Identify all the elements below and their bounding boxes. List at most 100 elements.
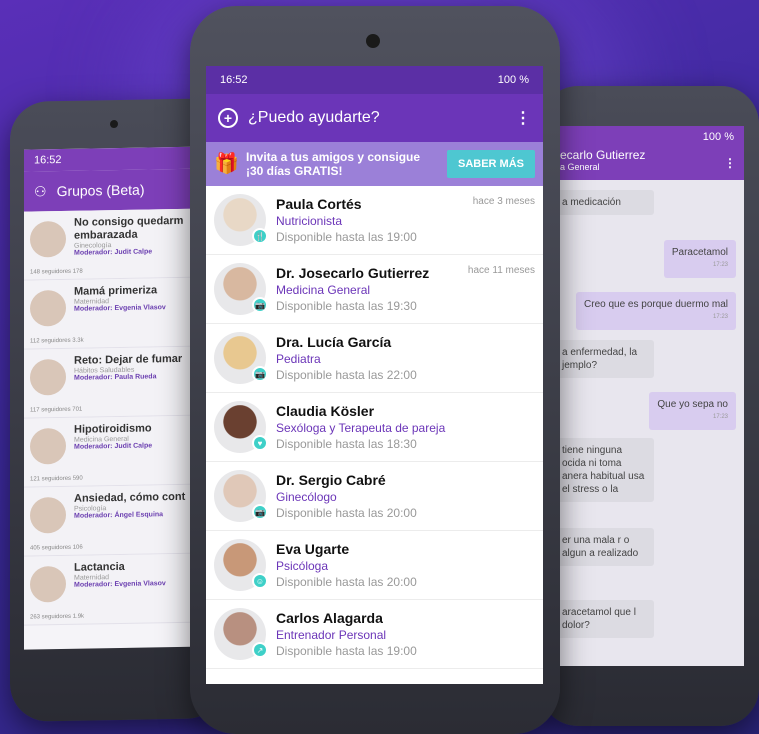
message-time: 17:23: [712, 414, 728, 420]
doctor-name: Dr. Sergio Cabré: [276, 472, 386, 488]
message-text: a enfermedad, la jemplo?: [562, 347, 638, 371]
group-item[interactable]: Reto: Dejar de fumar Hábitos Saludables …: [24, 346, 206, 419]
doctor-name: Eva Ugarte: [276, 541, 350, 557]
group-title: Ansiedad, cómo cont: [74, 490, 186, 505]
doctor-list-item[interactable]: 📷 Dra. Lucía García Pediatra Disponible …: [206, 324, 543, 393]
groups-title: Grupos (Beta): [56, 181, 145, 200]
group-moderator: Moderador: Paula Rueda: [74, 373, 157, 382]
chat-message: aracetamol que l dolor?: [554, 600, 654, 638]
chat-contact-name: ecarlo Gutierrez: [560, 148, 646, 162]
specialty-badge-icon: ♥: [252, 435, 268, 451]
group-item[interactable]: Hipotiroidismo Medicina General Moderado…: [24, 415, 206, 488]
doctor-list-item[interactable]: ♥ Claudia Kösler Sexóloga y Terapeuta de…: [206, 393, 543, 462]
group-moderator: Moderador: Ángel Esquina: [74, 511, 164, 520]
doctor-availability: Disponible hasta las 19:00: [276, 230, 417, 244]
doctor-specialty: Sexóloga y Terapeuta de pareja: [276, 421, 446, 435]
doctor-list-item[interactable]: 📷 Dr. Josecarlo Gutierrez Medicina Gener…: [206, 255, 543, 324]
chat-contact-specialty: a General: [560, 162, 600, 172]
right-phone: 100 % ecarlo Gutierrez a General ⋮ a med…: [540, 86, 759, 726]
group-avatar: [30, 565, 66, 603]
message-text: er una mala r o algun a realizado: [562, 535, 639, 559]
doctor-name: Dra. Lucía García: [276, 334, 392, 350]
last-contact-time: hace 3 meses: [472, 196, 535, 207]
doctor-specialty: Medicina General: [276, 283, 371, 297]
group-avatar: [30, 220, 66, 258]
message-text: a medicación: [562, 197, 621, 208]
doctor-avatar: ♥: [214, 401, 268, 453]
doctor-name: Claudia Kösler: [276, 403, 375, 419]
chat-screen: 100 % ecarlo Gutierrez a General ⋮ a med…: [554, 126, 744, 666]
chat-message: a medicación: [554, 190, 654, 215]
doctor-name: Paula Cortés: [276, 196, 362, 212]
status-battery: 100 %: [497, 74, 529, 86]
group-avatar: [30, 427, 66, 465]
doctor-specialty: Psicóloga: [276, 559, 329, 573]
group-title: Mamá primeriza: [74, 284, 158, 298]
chat-message: Paracetamol 17:23: [663, 240, 736, 278]
doctor-availability: Disponible hasta las 18:30: [276, 437, 417, 451]
doctor-avatar: 📷: [214, 263, 268, 315]
doctor-list-item[interactable]: 📷 Dr. Sergio Cabré Ginecólogo Disponible…: [206, 462, 543, 531]
overflow-menu-icon[interactable]: ⋮: [724, 156, 736, 170]
group-item[interactable]: Ansiedad, cómo cont Psicología Moderador…: [24, 484, 206, 557]
doctor-name: Carlos Alagarda: [276, 610, 383, 626]
chat-message: a enfermedad, la jemplo?: [554, 340, 654, 378]
message-text: Que yo sepa no: [657, 399, 728, 410]
add-consult-icon[interactable]: +: [218, 108, 238, 128]
groups-appbar: ⚇ Grupos (Beta): [24, 168, 206, 212]
group-stats: 121 seguidores 590: [30, 475, 83, 483]
group-stats: 405 seguidores 106: [30, 544, 83, 552]
message-time: 17:23: [712, 314, 728, 320]
doctor-availability: Disponible hasta las 22:00: [276, 368, 417, 382]
saber-mas-button[interactable]: SABER MÁS: [447, 150, 535, 178]
gift-icon: 🎁: [214, 153, 239, 175]
group-title: Hipotiroidismo: [74, 422, 152, 436]
doctor-list-item[interactable]: ☺ Eva Ugarte Psicóloga Disponible hasta …: [206, 531, 543, 600]
chat-appbar: ecarlo Gutierrez a General ⋮: [554, 148, 744, 180]
promo-line2: ¡30 días GRATIS!: [246, 164, 343, 178]
status-bar: 100 %: [554, 126, 744, 148]
status-bar: 16:52: [24, 146, 206, 172]
main-appbar: + ¿Puedo ayudarte? ⋮: [206, 94, 543, 142]
group-avatar: [30, 289, 66, 327]
doctor-avatar: ☺: [214, 539, 268, 591]
promo-banner: 🎁 Invita a tus amigos y consigue ¡30 día…: [206, 142, 543, 186]
specialty-badge-icon: 📷: [252, 297, 268, 313]
doctor-availability: Disponible hasta las 19:30: [276, 299, 417, 313]
group-stats: 263 seguidores 1.9k: [30, 613, 85, 621]
group-stats: 148 seguidores 178: [30, 268, 83, 276]
doctor-availability: Disponible hasta las 20:00: [276, 575, 417, 589]
group-item[interactable]: Lactancia Maternidad Moderador: Evgenia …: [24, 553, 206, 626]
status-time: 16:52: [220, 74, 248, 86]
overflow-menu-icon[interactable]: ⋮: [515, 108, 531, 128]
group-avatar: [30, 496, 66, 534]
doctor-name: Dr. Josecarlo Gutierrez: [276, 265, 430, 281]
doctor-avatar: 🍴: [214, 194, 268, 246]
chat-message: tiene ninguna ocida ni toma anera habitu…: [554, 438, 654, 502]
specialty-badge-icon: ↗: [252, 642, 268, 658]
doctor-list-item[interactable]: 🍴 Paula Cortés Nutricionista Disponible …: [206, 186, 543, 255]
group-item[interactable]: No consigo quedarm embarazada Ginecologí…: [24, 208, 206, 281]
message-text: aracetamol que l dolor?: [562, 607, 636, 631]
groups-icon: ⚇: [34, 182, 47, 199]
doctor-availability: Disponible hasta las 20:00: [276, 506, 417, 520]
doctor-avatar: 📷: [214, 332, 268, 384]
specialty-badge-icon: 🍴: [252, 228, 268, 244]
doctor-avatar: ↗: [214, 608, 268, 660]
chat-message: er una mala r o algun a realizado: [554, 528, 654, 566]
page-title: ¿Puedo ayudarte?: [248, 109, 380, 126]
status-time: 16:52: [34, 153, 62, 167]
doctor-availability: Disponible hasta las 19:00: [276, 644, 417, 658]
doctor-specialty: Pediatra: [276, 352, 321, 366]
group-moderator: Moderador: Judit Calpe: [74, 248, 153, 257]
promo-line1: Invita a tus amigos y consigue: [246, 150, 421, 164]
groups-screen: 16:52 ⚇ Grupos (Beta) No consigo quedarm…: [24, 146, 206, 650]
doctor-list-item[interactable]: ↗ Carlos Alagarda Entrenador Personal Di…: [206, 600, 543, 669]
group-item[interactable]: Mamá primeriza Maternidad Moderador: Evg…: [24, 277, 206, 350]
group-title: Reto: Dejar de fumar: [74, 352, 183, 367]
doctors-screen: 16:52 100 % + ¿Puedo ayudarte? ⋮ 🎁 Invit…: [206, 66, 543, 684]
message-text: Paracetamol: [671, 247, 728, 258]
message-text: tiene ninguna ocida ni toma anera habitu…: [562, 445, 645, 495]
chat-message: Creo que es porque duermo mal 17:23: [576, 292, 736, 330]
doctor-avatar: 📷: [214, 470, 268, 522]
